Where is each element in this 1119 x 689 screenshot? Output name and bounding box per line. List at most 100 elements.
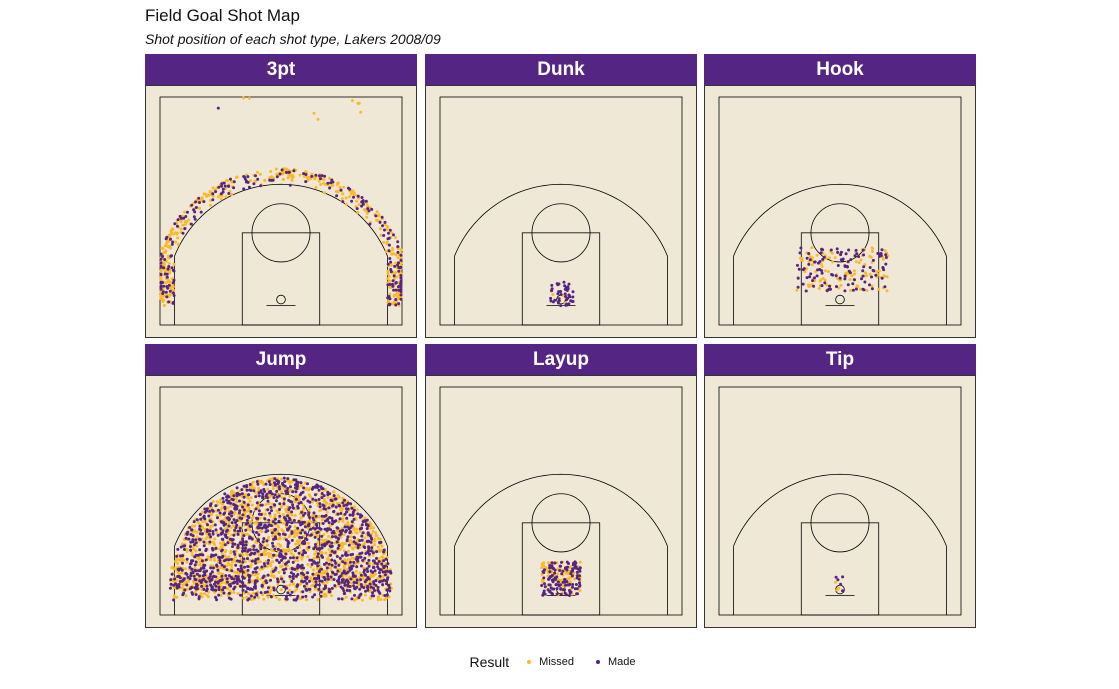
- shot-made: [343, 498, 346, 502]
- shot-made: [254, 570, 258, 574]
- shot-missed: [243, 560, 247, 564]
- shot-made: [238, 554, 242, 558]
- shot-made: [880, 276, 884, 280]
- shot-made: [378, 591, 382, 595]
- shot-missed: [327, 548, 331, 552]
- shot-made: [179, 545, 183, 549]
- shot-made: [292, 572, 296, 576]
- shot-made: [214, 504, 218, 508]
- shot-missed: [179, 227, 183, 231]
- shot-made: [188, 577, 192, 581]
- shot-missed: [808, 255, 812, 259]
- shot-made: [330, 522, 334, 526]
- shot-missed: [368, 562, 372, 565]
- shot-made: [556, 283, 560, 287]
- shot-missed: [170, 566, 174, 570]
- shot-missed: [172, 262, 176, 266]
- shot-made: [255, 579, 259, 583]
- shot-made: [348, 566, 352, 570]
- shot-made: [870, 275, 873, 279]
- shot-missed: [285, 548, 289, 552]
- shot-made: [554, 582, 558, 586]
- shot-missed: [271, 534, 275, 538]
- shot-made: [270, 492, 274, 496]
- shot-made: [249, 525, 252, 529]
- shot-missed: [229, 492, 233, 496]
- shot-made: [293, 549, 297, 553]
- shot-made: [378, 541, 381, 544]
- shot-made: [216, 568, 220, 572]
- shot-missed: [382, 240, 386, 244]
- shot-made: [553, 561, 557, 565]
- shot-made: [371, 570, 375, 574]
- shot-made: [191, 538, 195, 542]
- shot-missed: [306, 555, 310, 559]
- shot-made: [317, 583, 321, 587]
- hoop: [835, 294, 845, 305]
- shot-made: [313, 593, 317, 597]
- shot-missed: [264, 552, 268, 556]
- shot-made: [561, 569, 565, 573]
- shot-made: [553, 298, 557, 302]
- strip-label-jump: Jump: [145, 344, 417, 375]
- shot-made: [387, 231, 390, 235]
- shot-missed: [883, 249, 887, 253]
- shot-made: [358, 539, 362, 543]
- shot-made: [559, 592, 563, 596]
- shot-made: [299, 571, 303, 575]
- shot-made: [332, 510, 336, 514]
- shot-missed: [181, 223, 185, 227]
- shot-missed: [383, 598, 387, 602]
- shot-made: [854, 248, 858, 252]
- shot-made: [177, 585, 181, 589]
- shot-missed: [223, 550, 227, 554]
- shot-made: [857, 255, 861, 259]
- shot-made: [175, 554, 179, 558]
- shot-made: [284, 171, 288, 174]
- shot-made: [255, 480, 259, 484]
- shot-made: [330, 541, 334, 545]
- shot-made: [861, 269, 865, 273]
- shot-made: [364, 199, 368, 203]
- shot-made: [291, 505, 295, 509]
- shot-made: [280, 168, 284, 172]
- shot-missed: [219, 498, 222, 502]
- shot-made: [551, 592, 554, 596]
- shot-made: [202, 544, 206, 548]
- shot-made: [255, 531, 258, 534]
- shot-made: [285, 561, 289, 565]
- legend-title: Result: [469, 654, 510, 670]
- shot-made: [801, 282, 805, 286]
- shot-made: [388, 257, 392, 260]
- shot-made: [260, 583, 264, 587]
- legend-key-made: [588, 655, 608, 669]
- shot-missed: [868, 254, 872, 258]
- shot-missed: [578, 560, 582, 564]
- shot-made: [288, 506, 292, 510]
- shot-missed: [211, 524, 214, 528]
- shot-missed: [395, 275, 399, 279]
- shot-made: [279, 549, 283, 553]
- shot-made: [242, 500, 246, 504]
- shot-made: [564, 583, 568, 587]
- shot-made: [169, 237, 172, 241]
- shot-missed: [271, 560, 275, 564]
- shot-made: [295, 556, 299, 560]
- shot-missed: [352, 528, 356, 532]
- shot-made: [369, 549, 373, 553]
- shot-missed: [279, 564, 282, 568]
- shot-missed: [180, 557, 184, 561]
- shot-made: [346, 507, 350, 511]
- shot-missed: [316, 117, 320, 121]
- shot-missed: [376, 598, 380, 602]
- shot-made: [193, 563, 197, 567]
- shot-made: [194, 200, 198, 204]
- shot-made: [307, 587, 311, 591]
- shot-made: [315, 583, 318, 587]
- shot-made: [336, 526, 340, 530]
- shot-made: [266, 561, 270, 565]
- shot-made: [273, 503, 277, 507]
- shot-made: [370, 207, 374, 211]
- shot-missed: [854, 260, 858, 264]
- shot-made: [205, 530, 209, 533]
